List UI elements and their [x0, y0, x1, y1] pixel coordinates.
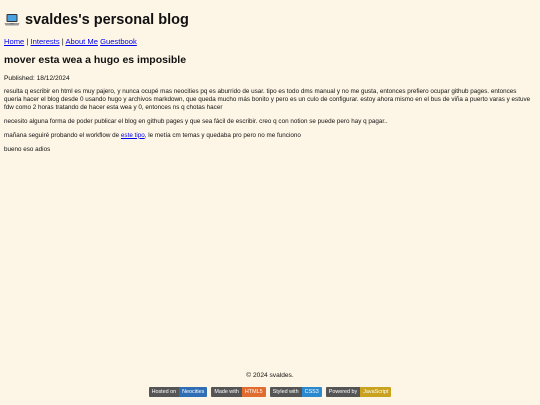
badge-label: Made with: [211, 387, 242, 397]
post-content: resulta q escribir en html es muy pajero…: [4, 88, 534, 160]
este-tipo-link[interactable]: este tipo: [121, 132, 145, 139]
site-title-text: svaldes's personal blog: [25, 12, 189, 28]
nav-separator: |: [61, 37, 64, 46]
badge-value: CSS3: [301, 387, 322, 397]
badge-neocities[interactable]: Hosted on Neocities: [148, 387, 208, 397]
nav-menu: Home | Interests | About Me Guestbook: [4, 37, 137, 47]
badge-value: JavaScript: [360, 387, 392, 397]
nav-link-guestbook[interactable]: Guestbook: [100, 37, 137, 46]
badge-value: Neocities: [179, 387, 208, 397]
badge-label: Hosted on: [148, 387, 180, 397]
footer-copyright: © 2024 svaldes.: [246, 372, 294, 379]
post-paragraph: resulta q escribir en html es muy pajero…: [4, 88, 531, 111]
page: svaldes's personal blog Home | Interests…: [0, 0, 540, 405]
nav-link-about-me[interactable]: About Me: [65, 37, 98, 46]
post-title: mover esta wea a hugo es imposible: [4, 54, 187, 66]
badge-javascript[interactable]: Powered by JavaScript: [325, 387, 392, 397]
post-text: , le metía cm temas y quedaba pro pero n…: [144, 131, 301, 139]
post-text: mañana seguiré probando el workflow de: [4, 131, 121, 139]
post-paragraph: necesito alguna forma de poder publicar …: [4, 117, 388, 125]
badge-value: HTML5: [241, 387, 266, 397]
badge-css3[interactable]: Styled with CSS3: [269, 387, 322, 397]
nav-link-home[interactable]: Home: [4, 37, 24, 46]
published-date: Published: 18/12/2024: [4, 75, 70, 82]
badge-html5[interactable]: Made with HTML5: [211, 387, 266, 397]
post-paragraph: mañana seguiré probando el workflow de e…: [4, 132, 534, 140]
nav-separator: |: [26, 37, 29, 46]
nav-link-interests[interactable]: Interests: [31, 37, 60, 46]
badge-label: Powered by: [325, 387, 361, 397]
site-title: svaldes's personal blog: [4, 11, 189, 29]
footer-badges: Hosted on Neocities Made with HTML5 Styl…: [0, 387, 540, 397]
laptop-icon: [4, 13, 20, 27]
post-paragraph: bueno eso adios: [4, 145, 51, 153]
badge-label: Styled with: [269, 387, 302, 397]
